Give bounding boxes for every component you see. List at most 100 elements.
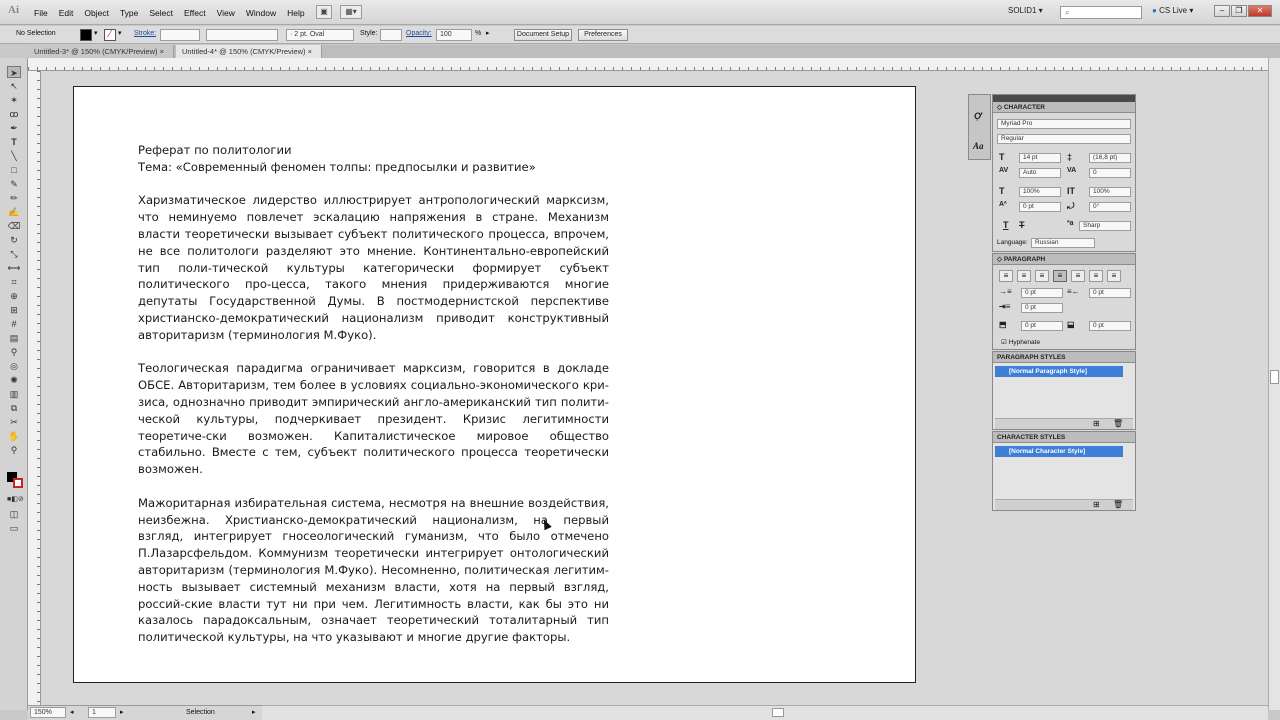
tab-untitled-3[interactable]: Untitled-3* @ 150% (CMYK/Preview) × [28, 45, 174, 58]
zoom-tool-icon[interactable]: ⚲ [7, 444, 21, 456]
paragraph-styles-header[interactable]: PARAGRAPH STYLES [993, 352, 1135, 363]
stroke-dropdown-icon[interactable]: ▾ [118, 29, 122, 37]
vertical-scale-field[interactable]: 100% [1019, 187, 1061, 197]
justify-all-icon[interactable]: ≡ [1107, 270, 1121, 282]
close-tab-icon[interactable]: × [160, 47, 164, 56]
direct-selection-tool-icon[interactable]: ↖ [7, 80, 21, 92]
character-rotation-field[interactable]: 0° [1089, 202, 1131, 212]
artboard-tool-icon[interactable]: ⧉ [7, 402, 21, 414]
mesh-tool-icon[interactable]: # [7, 318, 21, 330]
arrange-documents-icon[interactable]: ▦▾ [340, 5, 362, 19]
menu-window[interactable]: Window [246, 8, 276, 18]
magic-wand-tool-icon[interactable]: ✶ [7, 94, 21, 106]
menu-type[interactable]: Type [120, 8, 138, 18]
document-setup-button[interactable]: Document Setup [514, 29, 572, 41]
vertical-scroll-thumb[interactable] [1270, 370, 1279, 384]
left-indent-field[interactable]: 0 pt [1021, 288, 1063, 298]
bridge-icon[interactable]: ▣ [316, 5, 332, 19]
opacity-arrow-icon[interactable]: ▸ [486, 29, 490, 37]
kerning-field[interactable]: Auto [1019, 168, 1061, 178]
space-after-field[interactable]: 0 pt [1089, 321, 1131, 331]
menu-edit[interactable]: Edit [59, 8, 74, 18]
pen-tool-icon[interactable]: ✒ [7, 122, 21, 134]
text-frame[interactable]: Реферат по политологии Тема: «Современны… [138, 142, 609, 663]
draw-mode-icon[interactable]: ◫ [7, 508, 21, 520]
baseline-shift-field[interactable]: 0 pt [1019, 202, 1061, 212]
justify-center-icon[interactable]: ≡ [1071, 270, 1085, 282]
close-icon[interactable]: ✕ [1248, 5, 1272, 17]
width-tool-icon[interactable]: ⟷ [7, 262, 21, 274]
stroke-swatch[interactable]: ⁄ [104, 29, 116, 41]
justify-right-icon[interactable]: ≡ [1089, 270, 1103, 282]
menu-object[interactable]: Object [84, 8, 109, 18]
free-transform-tool-icon[interactable]: ⌗ [7, 276, 21, 288]
new-style-icon[interactable]: ⊞ [1093, 419, 1100, 428]
symbol-sprayer-tool-icon[interactable]: ✺ [7, 374, 21, 386]
hyphenate-option[interactable]: ☑ Hyphenate [1001, 338, 1040, 346]
next-artboard-icon[interactable]: ▸ [120, 708, 124, 716]
tab-untitled-4[interactable]: Untitled-4* @ 150% (CMYK/Preview) × [176, 45, 322, 58]
character-styles-header[interactable]: CHARACTER STYLES [993, 432, 1135, 443]
eraser-tool-icon[interactable]: ⌫ [7, 220, 21, 232]
justify-left-icon[interactable]: ≡ [1053, 270, 1067, 282]
zoom-level-field[interactable]: 150% [30, 707, 66, 718]
leading-field[interactable]: (16,8 pt) [1089, 153, 1131, 163]
fill-stroke-icon[interactable] [7, 472, 23, 488]
artboard-number-field[interactable]: 1 [88, 707, 116, 718]
slice-tool-icon[interactable]: ✂ [7, 416, 21, 428]
underline-icon[interactable]: T [1003, 220, 1009, 230]
menu-view[interactable]: View [217, 8, 235, 18]
blob-brush-tool-icon[interactable]: ✍ [7, 206, 21, 218]
column-graph-tool-icon[interactable]: ▥ [7, 388, 21, 400]
new-style-icon[interactable]: ⊞ [1093, 500, 1100, 509]
strikethrough-icon[interactable]: T [1019, 220, 1025, 230]
close-tab-icon[interactable]: × [308, 47, 312, 56]
horizontal-scrollbar[interactable] [262, 705, 1268, 720]
shape-builder-tool-icon[interactable]: ⊕ [7, 290, 21, 302]
character-styles-panel-icon[interactable]: Aa [973, 141, 984, 151]
brush-definition[interactable]: · 2 pt. Oval [286, 29, 354, 41]
align-left-icon[interactable]: ≡ [999, 270, 1013, 282]
glyphs-panel-icon[interactable]: Ợ [974, 111, 982, 121]
align-right-icon[interactable]: ≡ [1035, 270, 1049, 282]
rotate-tool-icon[interactable]: ↻ [7, 234, 21, 246]
help-search-input[interactable]: ⌕ [1060, 6, 1142, 19]
preferences-button[interactable]: Preferences [578, 29, 628, 41]
graphic-style-picker[interactable] [380, 29, 402, 41]
selection-tool-icon[interactable]: ➤ [7, 66, 21, 78]
space-before-field[interactable]: 0 pt [1021, 321, 1063, 331]
menu-help[interactable]: Help [287, 8, 304, 18]
scale-tool-icon[interactable]: ⤡ [7, 248, 21, 260]
align-center-icon[interactable]: ≡ [1017, 270, 1031, 282]
font-family-select[interactable]: Myriad Pro [997, 119, 1131, 129]
paragraph-style-item[interactable]: [Normal Paragraph Style] [995, 366, 1123, 377]
character-panel-header[interactable]: ◇ CHARACTER [993, 102, 1135, 113]
paragraph-panel-header[interactable]: ◇ PARAGRAPH [993, 254, 1135, 265]
paintbrush-tool-icon[interactable]: ✎ [7, 178, 21, 190]
pencil-tool-icon[interactable]: ✏ [7, 192, 21, 204]
hand-tool-icon[interactable]: ✋ [7, 430, 21, 442]
rectangle-tool-icon[interactable]: □ [7, 164, 21, 176]
character-style-item[interactable]: [Normal Character Style] [995, 446, 1123, 457]
workspace-switcher[interactable]: SOLID1 ▾ [1008, 6, 1043, 15]
panel-grip[interactable] [993, 95, 1135, 102]
horizontal-scale-field[interactable]: 100% [1089, 187, 1131, 197]
language-select[interactable]: Russian [1031, 238, 1095, 248]
opacity-label[interactable]: Opacity: [406, 30, 432, 37]
font-style-select[interactable]: Regular [997, 134, 1131, 144]
cs-live-menu[interactable]: ● CS Live ▾ [1152, 6, 1193, 15]
vertical-ruler[interactable] [28, 71, 41, 705]
right-indent-field[interactable]: 0 pt [1089, 288, 1131, 298]
gradient-tool-icon[interactable]: ▤ [7, 332, 21, 344]
horizontal-scroll-thumb[interactable] [772, 708, 784, 717]
opacity-input[interactable]: 100 [436, 29, 472, 41]
stroke-weight-field[interactable] [160, 29, 200, 41]
type-tool-icon[interactable]: T [7, 136, 21, 148]
line-tool-icon[interactable]: ╲ [7, 150, 21, 162]
horizontal-ruler[interactable] [28, 58, 1268, 71]
screen-mode-icon[interactable]: ▭ [7, 522, 21, 534]
blend-tool-icon[interactable]: ◎ [7, 360, 21, 372]
first-line-indent-field[interactable]: 0 pt [1021, 303, 1063, 313]
menu-file[interactable]: File [34, 8, 48, 18]
delete-style-icon[interactable]: 🗑 [1113, 419, 1123, 428]
